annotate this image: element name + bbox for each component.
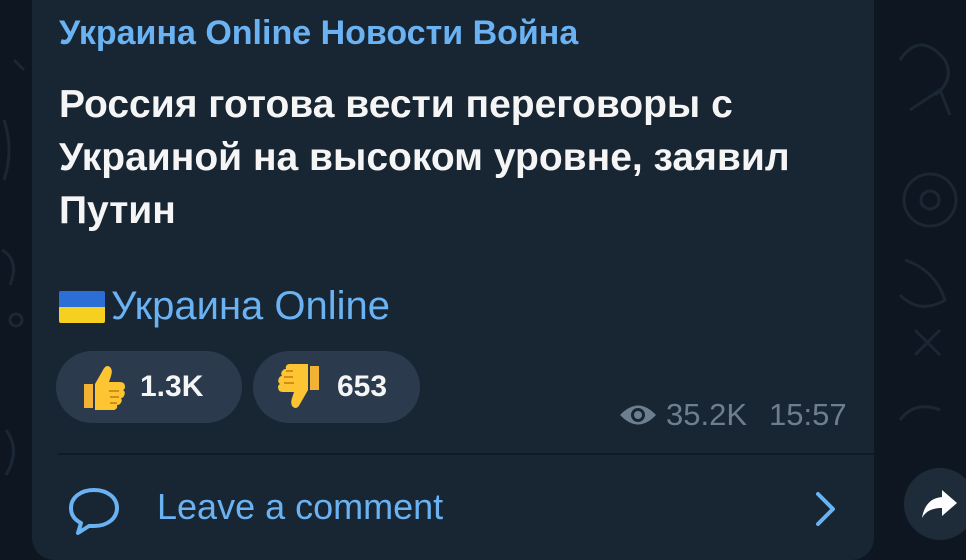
channel-name[interactable]: Украина Online Новости Война bbox=[59, 14, 578, 53]
message-time: 15:57 bbox=[769, 397, 847, 432]
ukraine-flag-icon bbox=[59, 290, 105, 323]
share-arrow-icon bbox=[922, 490, 957, 518]
leave-comment-button[interactable]: Leave a comment bbox=[32, 456, 874, 549]
post-text: Россия готова вести переговоры с Украино… bbox=[59, 78, 859, 237]
thumbs-down-icon bbox=[278, 364, 319, 408]
reaction-thumbs-down[interactable]: 653 bbox=[253, 351, 420, 423]
message-meta: 35.2K 15:57 bbox=[618, 397, 847, 433]
eye-icon bbox=[620, 405, 656, 425]
reaction-thumbs-up[interactable]: 1.3K bbox=[56, 351, 242, 423]
thumbs-up-icon bbox=[84, 366, 125, 410]
post-text-line: Путин bbox=[59, 189, 176, 232]
dislike-count: 653 bbox=[337, 370, 388, 403]
share-button[interactable] bbox=[904, 468, 966, 540]
post-text-line: Россия готова вести переговоры с bbox=[59, 83, 733, 126]
chevron-right-icon bbox=[816, 492, 835, 526]
divider bbox=[58, 453, 874, 455]
signature-label: Украина Online bbox=[111, 284, 391, 328]
post-text-line: Украиной на высоком уровне, заявил bbox=[59, 136, 790, 179]
like-count: 1.3K bbox=[140, 370, 204, 403]
comment-bubble-icon bbox=[69, 488, 119, 535]
view-count: 35.2K bbox=[666, 397, 748, 432]
leave-comment-label: Leave a comment bbox=[157, 486, 444, 527]
post-signature[interactable]: Украина Online bbox=[59, 284, 390, 329]
